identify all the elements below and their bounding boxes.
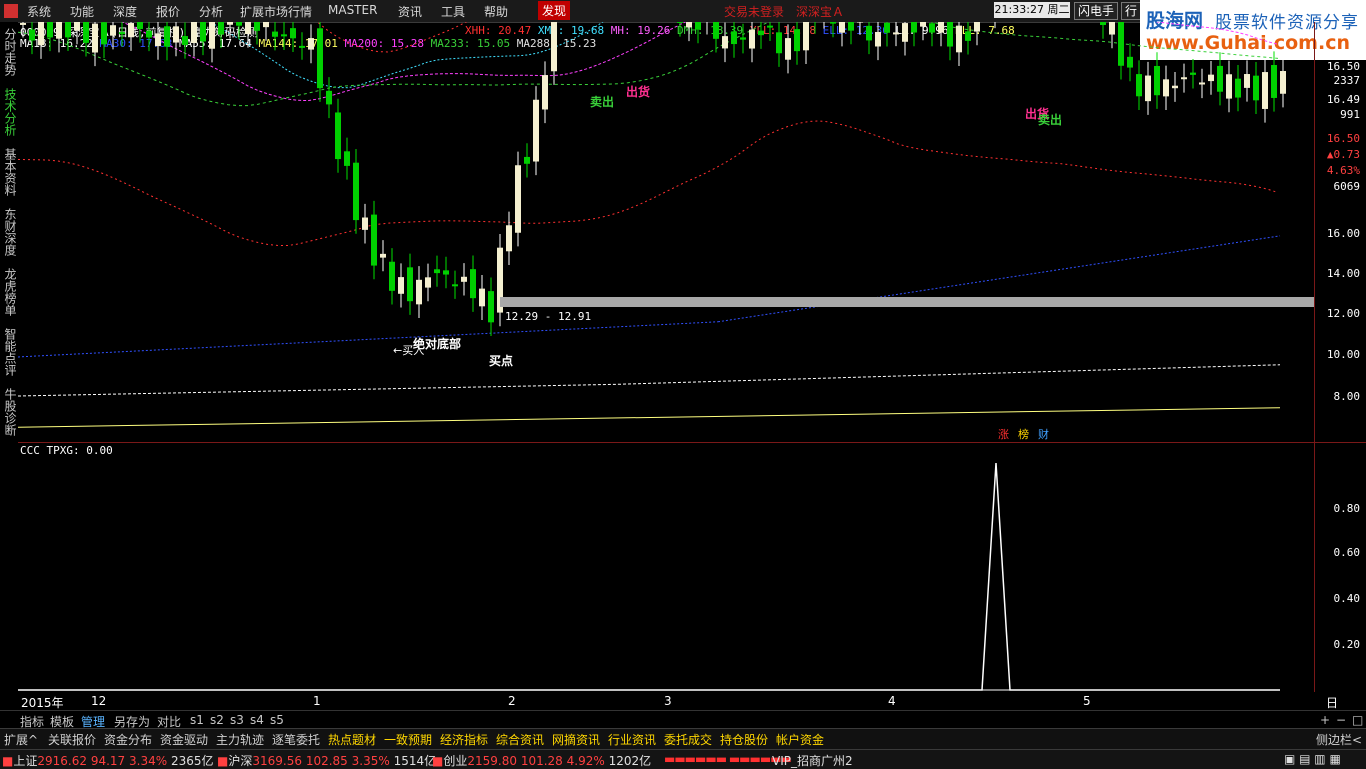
sell-signal-2: 卖出 (1038, 112, 1062, 127)
indicator-chart[interactable] (18, 443, 1314, 693)
login-status[interactable]: 交易未登录 (724, 3, 784, 20)
function-bar: 扩展^ 关联报价资金分布资金驱动主力轨迹逐笔委托热点题材一致预期经济指标综合资讯网… (0, 728, 1366, 749)
tab-s4[interactable]: s4 (250, 713, 264, 727)
func-item[interactable]: 资金驱动 (160, 731, 208, 748)
menu-help[interactable]: 帮助 (484, 3, 508, 20)
app-icon[interactable] (4, 4, 18, 18)
func-item[interactable]: 主力轨迹 (216, 731, 264, 748)
func-item[interactable]: 综合资讯 (496, 731, 544, 748)
func-item[interactable]: 逐笔委托 (272, 731, 320, 748)
sh-index[interactable]: ■上证2916.62 94.17 3.34% 2365亿 (2, 752, 214, 769)
price-tick: 8.00 (1334, 390, 1361, 403)
tab-s2[interactable]: s2 (210, 713, 224, 727)
func-item[interactable]: 网摘资讯 (552, 731, 600, 748)
price-tick: 12.00 (1327, 307, 1360, 320)
price-axis: 16.50 2337 16.49 991 16.50 ▲0.73 4.63% 6… (1314, 60, 1366, 700)
func-item[interactable]: 委托成交 (664, 731, 712, 748)
zoom-in-button[interactable]: + (1320, 713, 1330, 727)
price-tick: 16.50 (1327, 132, 1360, 145)
kline-chart[interactable]: 12.29 - 12.91 卖出 出货 出货 卖出 绝对底部 ←买入 买点 涨 … (18, 22, 1314, 442)
func-item[interactable]: 经济指标 (440, 731, 488, 748)
quote-button[interactable]: 行 (1121, 2, 1141, 20)
func-item[interactable]: 一致预期 (384, 731, 432, 748)
tab-eastmoney-depth[interactable]: 东财深度 (2, 208, 16, 256)
price-tick: 16.50 (1327, 60, 1360, 73)
change-value: ▲0.73 (1327, 148, 1360, 161)
restore-button[interactable]: □ (1352, 713, 1363, 727)
tag-rank[interactable]: 榜 (1018, 427, 1029, 441)
x-tick: 1 (313, 694, 321, 708)
menu-bar: 系统 功能 深度 报价 分析 扩展市场行情 MASTER 资讯 工具 帮助 发现… (0, 0, 1140, 23)
ind-tick: 0.80 (1334, 502, 1361, 515)
x-tick: 3 (664, 694, 672, 708)
func-item[interactable]: 关联报价 (48, 731, 96, 748)
menu-system[interactable]: 系统 (27, 3, 51, 20)
tab-smart-comment[interactable]: 智能点评 (2, 328, 16, 376)
x-tick: 2 (508, 694, 516, 708)
x-tick: 2015年 (21, 694, 64, 711)
x-tick: 5 (1083, 694, 1091, 708)
status-bar: ■上证2916.62 94.17 3.34% 2365亿 ■沪深3169.56 … (0, 749, 1366, 769)
cy-index[interactable]: ■创业2159.80 101.28 4.92% 1202亿 (432, 752, 651, 769)
tab-s3[interactable]: s3 (230, 713, 244, 727)
func-item[interactable]: 资金分布 (104, 731, 152, 748)
price-tick: 10.00 (1327, 348, 1360, 361)
tab-stock-diagnosis[interactable]: 牛股诊断 (2, 388, 16, 436)
indicator-tabs: 指标 模板 管理 另存为 对比 s1 s2 s3 s4 s5 + − □ (0, 710, 1366, 729)
amount-value: 991 (1340, 108, 1360, 121)
ind-tick: 0.60 (1334, 546, 1361, 559)
ind-tick: 0.40 (1334, 592, 1361, 605)
shares-value: 6069 (1334, 180, 1361, 193)
price-tick: 16.00 (1327, 227, 1360, 240)
clock: 21:33:27 周二 (994, 2, 1070, 18)
chip-range-label: 12.29 - 12.91 (505, 310, 591, 323)
kline-overlays (18, 22, 1280, 427)
menu-function[interactable]: 功能 (70, 3, 94, 20)
func-item[interactable]: 扩展^ (4, 731, 38, 748)
func-item[interactable]: 持仓股份 (720, 731, 768, 748)
menu-tools[interactable]: 工具 (441, 3, 465, 20)
func-item[interactable]: 帐户资金 (776, 731, 824, 748)
status-icons[interactable]: ▣ ▤ ▥ ▦ (1284, 752, 1341, 766)
menu-analysis[interactable]: 分析 (199, 3, 223, 20)
tab-s1[interactable]: s1 (190, 713, 204, 727)
tab-timeshare[interactable]: 分时走势 (2, 28, 16, 76)
tpxg-series-line (18, 463, 1280, 690)
price-tick: 16.49 (1327, 93, 1360, 106)
zoom-out-button[interactable]: − (1336, 713, 1346, 727)
menu-ext-market[interactable]: 扩展市场行情 (240, 3, 312, 20)
flash-trade-button[interactable]: 闪电手 (1074, 2, 1118, 20)
tab-fundamentals[interactable]: 基本资料 (2, 148, 16, 196)
login-stock: 深深宝Ａ (796, 3, 844, 20)
menu-news[interactable]: 资讯 (398, 3, 422, 20)
buy-in-signal: ←买入 (393, 344, 424, 357)
x-tick: 12 (91, 694, 106, 708)
x-tick: 4 (888, 694, 896, 708)
tab-s5[interactable]: s5 (270, 713, 284, 727)
tag-rise[interactable]: 涨 (998, 428, 1009, 441)
menu-quote[interactable]: 报价 (156, 3, 180, 20)
kline-candles (20, 22, 1286, 336)
ship-signal-1: 出货 (626, 84, 650, 99)
chip-band (500, 297, 1314, 307)
ind-tick: 0.20 (1334, 638, 1361, 651)
server-name[interactable]: VIP_招商广州2 (772, 752, 853, 769)
buy-point-signal: 买点 (489, 353, 513, 368)
x-axis: 2015年 12 1 2 3 4 5 日线 (18, 693, 1314, 709)
change-pct: 4.63% (1327, 164, 1360, 177)
menu-discover[interactable]: 发现 (538, 1, 570, 20)
menu-depth[interactable]: 深度 (113, 3, 137, 20)
volume-value: 2337 (1334, 74, 1361, 87)
left-tabs: 分时走势 技术分析 基本资料 东财深度 龙虎榜单 智能点评 牛股诊断 (0, 22, 18, 442)
tag-finance[interactable]: 财 (1038, 427, 1049, 441)
func-item[interactable]: 热点题材 (328, 731, 376, 748)
sell-signal-1: 卖出 (590, 94, 614, 109)
sidebar-toggle[interactable]: 侧边栏< (1316, 731, 1362, 748)
price-tick: 14.00 (1327, 267, 1360, 280)
func-item[interactable]: 行业资讯 (608, 731, 656, 748)
tab-dragon-tiger[interactable]: 龙虎榜单 (2, 268, 16, 316)
hs-index[interactable]: ■沪深3169.56 102.85 3.35% 1514亿 (217, 752, 436, 769)
menu-master[interactable]: MASTER (328, 3, 377, 17)
tab-technical[interactable]: 技术分析 (2, 88, 16, 136)
